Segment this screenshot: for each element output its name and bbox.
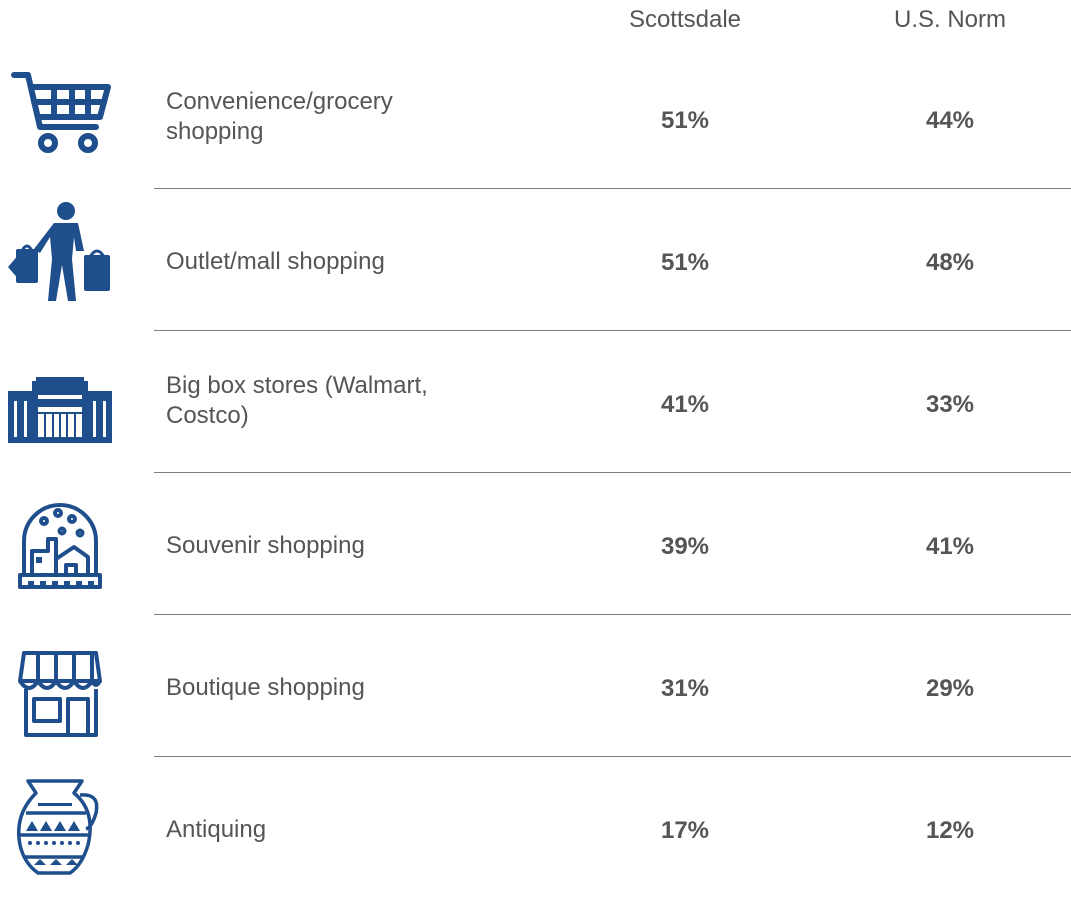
scottsdale-value: 17% [660, 817, 710, 844]
column-header-scottsdale: Scottsdale [628, 6, 742, 33]
row-label: Boutique shopping [166, 674, 365, 701]
scottsdale-value: 51% [660, 107, 710, 134]
us-norm-value: 29% [925, 675, 975, 702]
table-row: Souvenir shopping 39% 41% [0, 473, 1071, 615]
row-label: Antiquing [166, 816, 267, 843]
row-label: Souvenir shopping [166, 532, 365, 559]
scottsdale-value: 31% [660, 675, 710, 702]
antique-jug-icon [4, 765, 116, 877]
us-norm-value: 33% [925, 391, 975, 418]
scottsdale-value: 51% [660, 249, 710, 276]
table-row: Convenience/grocery shopping 51% 44% [0, 47, 1071, 189]
table-row: Big box stores (Walmart, Costco) 41% 33% [0, 331, 1071, 473]
table-row: Boutique shopping 31% 29% [0, 615, 1071, 757]
us-norm-value: 12% [925, 817, 975, 844]
table-row: Outlet/mall shopping 51% 48% [0, 189, 1071, 331]
row-label: Outlet/mall shopping [166, 248, 385, 275]
big-box-store-icon [4, 347, 116, 459]
scottsdale-value: 39% [660, 533, 710, 560]
column-header-us-norm: U.S. Norm [893, 6, 1006, 33]
shopper-with-bags-icon [4, 193, 116, 305]
boutique-storefront-icon [4, 629, 116, 741]
row-label: Big box stores (Walmart, Costco) [166, 372, 428, 429]
snow-globe-souvenir-icon [4, 489, 116, 601]
shopping-cart-icon [4, 57, 116, 169]
scottsdale-value: 41% [660, 391, 710, 418]
row-label: Convenience/grocery shopping [166, 88, 393, 145]
table-row: Antiquing 17% 12% [0, 757, 1071, 899]
us-norm-value: 44% [925, 107, 975, 134]
us-norm-value: 41% [925, 533, 975, 560]
us-norm-value: 48% [925, 249, 975, 276]
